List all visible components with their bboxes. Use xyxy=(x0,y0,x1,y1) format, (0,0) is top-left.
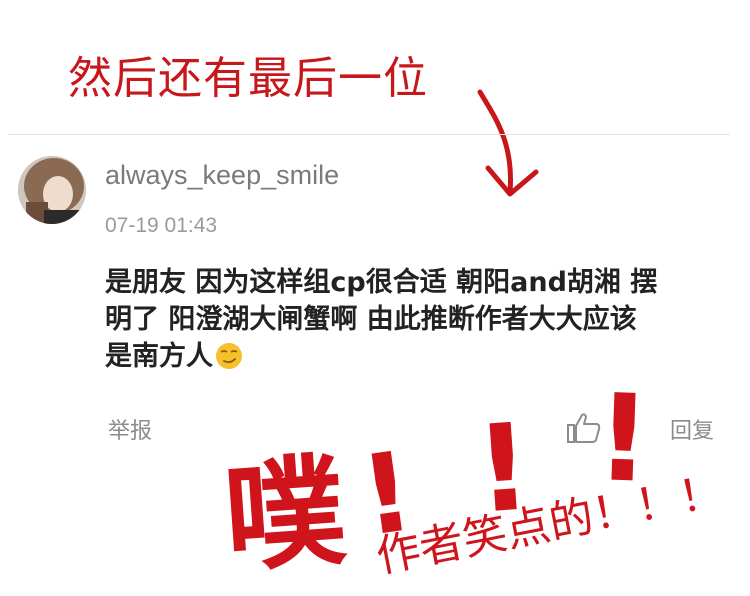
divider xyxy=(8,134,730,135)
comment-timestamp: 07-19 01:43 xyxy=(105,214,218,237)
reply-button[interactable]: 回复 xyxy=(670,413,714,445)
annotation-big-exclaim: 噗 xyxy=(220,442,350,590)
annotation-bottom-text: 作者笑点的！！！ xyxy=(372,465,728,583)
annotation-top-text: 然后还有最后一位 xyxy=(68,53,428,104)
smirk-emoji-icon xyxy=(216,343,242,369)
comment-line: 明了 阳澄湖大闸蟹啊 由此推断作者大大应该 xyxy=(105,304,637,335)
comment-username[interactable]: always_keep_smile xyxy=(105,160,339,191)
report-button[interactable]: 举报 xyxy=(108,413,152,445)
hand-drawn-arrow-icon xyxy=(477,89,539,197)
avatar-photo-icon xyxy=(18,156,86,224)
avatar[interactable] xyxy=(18,156,86,224)
comment-body: 是朋友 因为这样组cp很合适 朝阳and胡湘 摆 明了 阳澄湖大闸蟹啊 由此推断… xyxy=(105,264,725,375)
comment-line-text: 是南方人 xyxy=(105,341,213,372)
comment-line: 是朋友 因为这样组cp很合适 朝阳and胡湘 摆 xyxy=(105,267,658,298)
